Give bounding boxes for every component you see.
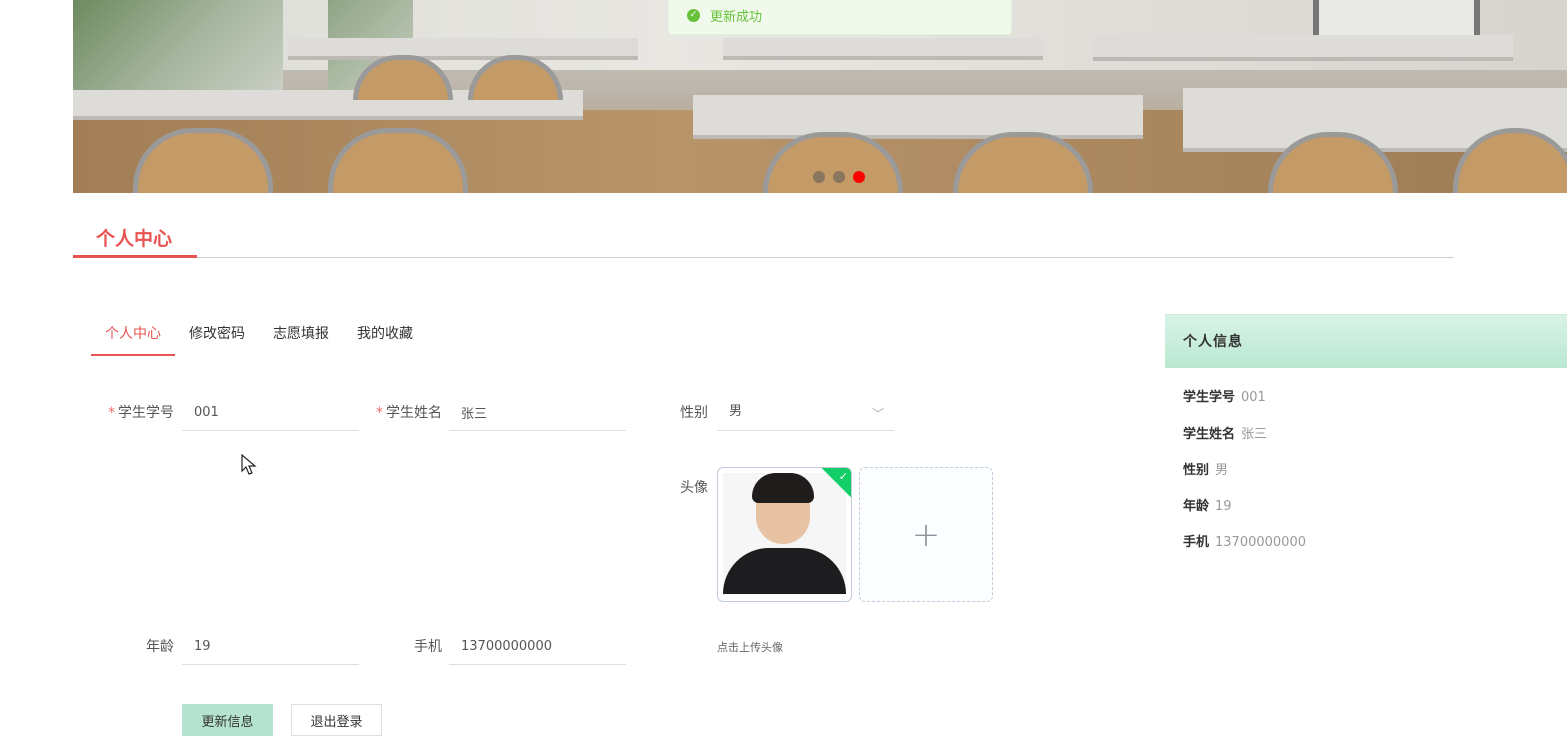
carousel-dot-2[interactable] [833, 171, 845, 183]
student-name-label: * 学生姓名 [368, 402, 442, 422]
student-id-label: * 学生学号 [100, 402, 174, 422]
avatar-upload-tip: 点击上传头像 [717, 641, 783, 654]
required-mark: * [108, 405, 115, 421]
info-value: 张三 [1241, 427, 1268, 442]
phone-label: 手机 [414, 639, 442, 655]
tab-change-password[interactable]: 修改密码 [175, 318, 259, 356]
info-key: 手机 [1183, 535, 1210, 550]
logout-button[interactable]: 退出登录 [291, 704, 382, 736]
required-mark: * [376, 405, 383, 421]
info-value: 19 [1215, 499, 1232, 514]
info-value: 001 [1241, 390, 1266, 405]
page-title: 个人中心 [96, 228, 173, 250]
info-row: 学生学号 001 [1183, 386, 1266, 405]
banner-desk [288, 38, 638, 60]
check-circle-icon: ✓ [687, 9, 700, 22]
info-panel-title: 个人信息 [1165, 314, 1567, 368]
gender-select[interactable]: 男 [717, 395, 894, 431]
age-label: 年龄 [146, 639, 174, 655]
info-value: 13700000000 [1215, 535, 1306, 550]
student-id-input[interactable] [182, 395, 359, 431]
tab-personal-center[interactable]: 个人中心 [91, 318, 175, 356]
check-icon: ✓ [838, 470, 848, 483]
profile-tabs: 个人中心 修改密码 志愿填报 我的收藏 [91, 318, 427, 356]
info-value: 男 [1215, 463, 1229, 478]
tab-favorites[interactable]: 我的收藏 [343, 318, 427, 356]
plus-icon: + [911, 514, 941, 555]
banner-desk [1093, 35, 1513, 61]
chevron-down-icon[interactable]: ﹀ [872, 405, 884, 422]
student-name-input[interactable] [449, 395, 626, 431]
carousel-dot-1[interactable] [813, 171, 825, 183]
info-key: 学生姓名 [1183, 427, 1236, 442]
gender-label: 性别 [680, 405, 708, 421]
info-row: 年龄 19 [1183, 495, 1232, 514]
info-key: 性别 [1183, 463, 1210, 478]
update-info-button[interactable]: 更新信息 [182, 704, 273, 736]
info-key: 年龄 [1183, 499, 1210, 514]
info-row: 学生姓名 张三 [1183, 423, 1267, 442]
gender-select-value: 男 [729, 404, 743, 419]
carousel-indicators [813, 171, 865, 183]
avatar-upload-button[interactable]: + [859, 467, 993, 602]
mouse-cursor-icon [241, 454, 257, 475]
info-key: 学生学号 [1183, 390, 1236, 405]
avatar-preview[interactable]: ✓ [717, 467, 852, 602]
avatar-photo-hair [752, 473, 814, 503]
avatar-label: 头像 [680, 480, 708, 496]
success-toast: ✓ 更新成功 [668, 0, 1012, 35]
banner-desk [693, 95, 1143, 139]
age-input[interactable] [182, 629, 359, 665]
section-title-underline [73, 255, 197, 258]
toast-message: 更新成功 [710, 10, 763, 25]
student-id-label-text: 学生学号 [118, 405, 174, 421]
info-row: 性别男 [1183, 459, 1228, 478]
student-name-label-text: 学生姓名 [386, 405, 442, 421]
carousel-dot-3[interactable] [853, 171, 865, 183]
section-divider [73, 257, 1454, 258]
banner-desk [723, 38, 1043, 60]
tab-application[interactable]: 志愿填报 [259, 318, 343, 356]
info-row: 手机 13700000000 [1183, 531, 1306, 550]
phone-input[interactable] [449, 629, 626, 665]
